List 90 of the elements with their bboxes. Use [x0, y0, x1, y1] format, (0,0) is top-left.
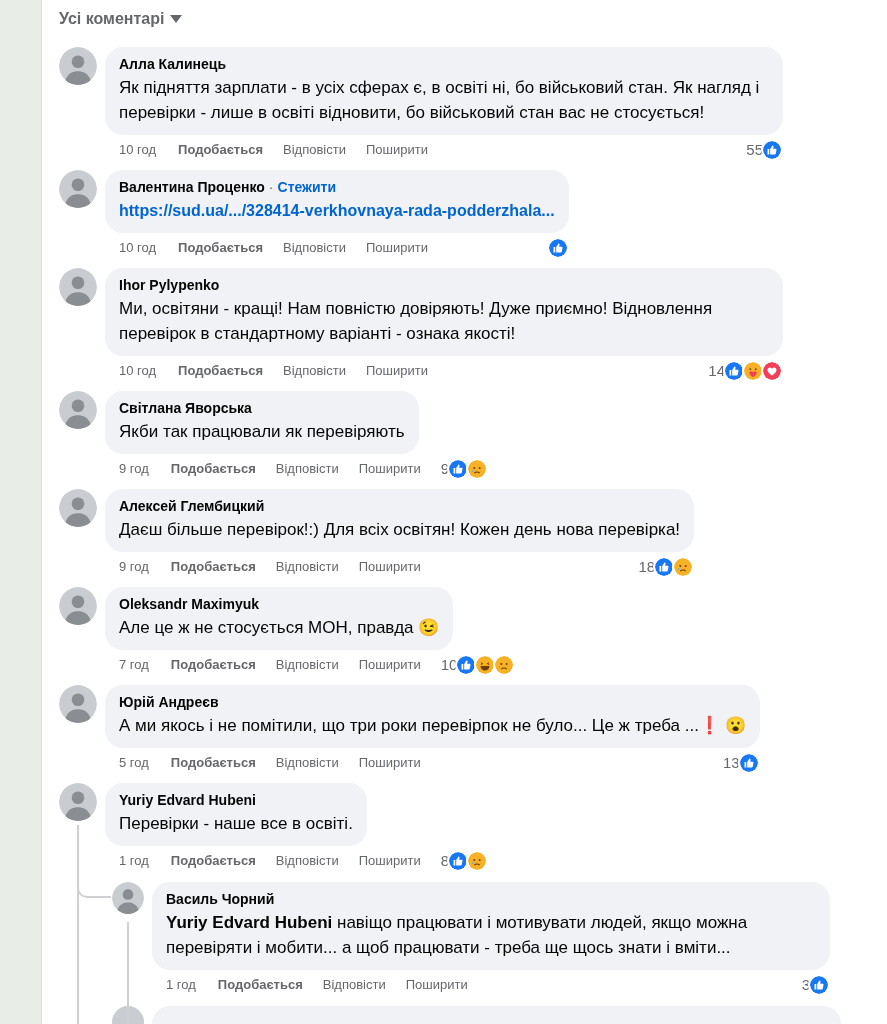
like-icon [546, 237, 569, 259]
avatar-icon[interactable] [59, 391, 97, 429]
comment-text: Перевірки - наше все в освіті. [119, 813, 353, 835]
like-link[interactable]: Подобається [217, 977, 303, 993]
reaction-count[interactable]: 14 [708, 363, 725, 379]
like-icon [455, 654, 478, 676]
sad-emoji-icon [493, 654, 516, 676]
reply-link[interactable]: Відповісти [322, 977, 386, 993]
like-link[interactable]: Подобається [170, 657, 256, 673]
share-link[interactable]: Поширити [365, 240, 428, 256]
heart-icon [761, 360, 783, 382]
reaction-count[interactable]: 3 [801, 977, 810, 993]
like-link[interactable]: Подобається [170, 559, 256, 575]
share-link[interactable]: Поширити [358, 559, 421, 575]
sad-emoji-icon [466, 850, 488, 872]
comment-time[interactable]: 5 год [119, 755, 149, 771]
avatar-icon[interactable] [59, 685, 97, 723]
sad-emoji-icon [672, 556, 695, 578]
comment-time[interactable]: 10 год [119, 240, 157, 256]
like-icon [447, 850, 469, 872]
like-icon [808, 974, 830, 996]
sad-emoji-icon [466, 458, 488, 480]
like-icon [761, 139, 783, 161]
reaction-count[interactable]: 13 [722, 755, 740, 771]
reply-link[interactable]: Відповісти [275, 657, 339, 673]
reaction-count[interactable]: 9 [440, 461, 449, 477]
author-name[interactable]: Ihor Pylypenko [119, 276, 220, 294]
like-icon [723, 360, 745, 382]
author-name[interactable]: Юрій Андреєв [119, 693, 219, 711]
comment-text: Ми, освітяни - кращі! Нам повністю довіряють! Дуже приємно! Відновлення перевірок в стандартному варіанті - ознака якості! [119, 298, 714, 345]
comment-time[interactable]: 9 год [119, 559, 149, 575]
separator-dot: · [268, 178, 274, 196]
avatar-icon[interactable] [112, 882, 144, 914]
avatar-icon[interactable] [59, 783, 97, 821]
author-name[interactable]: Світлана Яворська [119, 399, 252, 417]
comment-text: Якби так працювали як перевіряють [119, 421, 405, 443]
reply-link[interactable]: Відповісти [275, 559, 339, 575]
comment-time[interactable]: 7 год [119, 657, 149, 673]
reply-link[interactable]: Відповісти [283, 240, 346, 256]
comment-text: Але це ж не стосується МОН, правда 😉 [119, 617, 440, 639]
follow-link[interactable]: Стежити [277, 178, 337, 196]
share-link[interactable]: Поширити [365, 142, 428, 158]
reply-link[interactable]: Відповісти [275, 461, 339, 477]
avatar-icon[interactable] [59, 268, 97, 306]
like-icon [447, 458, 469, 480]
reaction-count[interactable]: 55 [746, 142, 763, 158]
comment-time[interactable]: 1 год [166, 977, 196, 993]
like-link[interactable]: Подобається [170, 853, 256, 869]
reaction-count[interactable]: 18 [638, 559, 656, 575]
comment-text: А ми якось і не помітили, що три роки перевірпок не було... Це ж треба ...❗ 😮 [119, 715, 746, 737]
reply-link[interactable]: Відповісти [283, 142, 346, 158]
like-icon [737, 752, 760, 774]
comment-link[interactable]: https://sud.ua/.../328414-verkhovnaya-rada-podderzhala... [119, 199, 555, 223]
hug-emoji-icon [742, 360, 764, 382]
share-link[interactable]: Поширити [405, 977, 468, 993]
author-name[interactable]: Василь Чорний [166, 890, 275, 908]
reaction-count[interactable]: 8 [440, 853, 449, 869]
share-link[interactable]: Поширити [365, 363, 428, 379]
like-link[interactable]: Подобається [178, 142, 263, 158]
comment-text: Даєш більше перевірок!:) Для всіх освітян! Кожен день нова перевірка! [119, 519, 681, 541]
share-link[interactable]: Поширити [358, 755, 421, 771]
reply-link[interactable]: Відповісти [275, 755, 339, 771]
reply-link[interactable]: Відповісти [283, 363, 346, 379]
avatar-icon[interactable] [59, 489, 97, 527]
share-link[interactable]: Поширити [358, 853, 421, 869]
caret-icon[interactable] [170, 15, 183, 23]
like-link[interactable]: Подобається [178, 240, 263, 256]
laughing-emoji-icon [474, 654, 497, 676]
author-name[interactable]: Валентина Проценко [119, 178, 265, 196]
author-name[interactable]: Yuriy Edvard Hubeni [119, 791, 256, 809]
like-link[interactable]: Подобається [170, 755, 256, 771]
share-link[interactable]: Поширити [358, 461, 421, 477]
author-name[interactable]: Oleksandr Maximyuk [119, 595, 260, 613]
like-link[interactable]: Подобається [170, 461, 256, 477]
like-link[interactable]: Подобається [178, 363, 263, 379]
reply-link[interactable]: Відповісти [275, 853, 339, 869]
comment-text: Yuriy Edvard Hubeni навіщо працювати і мотивувати людей, якщо можна перевіряти і мобити... а щоб працювати - треба ще щось знати і вміти... [166, 912, 749, 959]
like-icon [653, 556, 676, 578]
comment-time[interactable]: 10 год [119, 142, 157, 158]
avatar-icon[interactable] [59, 587, 97, 625]
avatar-icon[interactable] [59, 170, 97, 208]
comment-time[interactable]: 1 год [119, 853, 149, 869]
comment-text: Як підняття зарплати - в усіх сферах є, в освіті ні, бо військовий стан. Як нагляд і перевірки - лише в освіті відновити, бо військовий стан вас не стосується! [119, 77, 761, 124]
comment-filter[interactable]: Усі коментарі [59, 7, 165, 31]
author-name[interactable]: Алексей Глембицкий [119, 497, 265, 515]
share-link[interactable]: Поширити [358, 657, 421, 673]
avatar-icon[interactable] [59, 47, 97, 85]
comment-time[interactable]: 10 год [119, 363, 157, 379]
author-name[interactable]: Алла Калинець [119, 55, 227, 73]
comment-time[interactable]: 9 год [119, 461, 149, 477]
